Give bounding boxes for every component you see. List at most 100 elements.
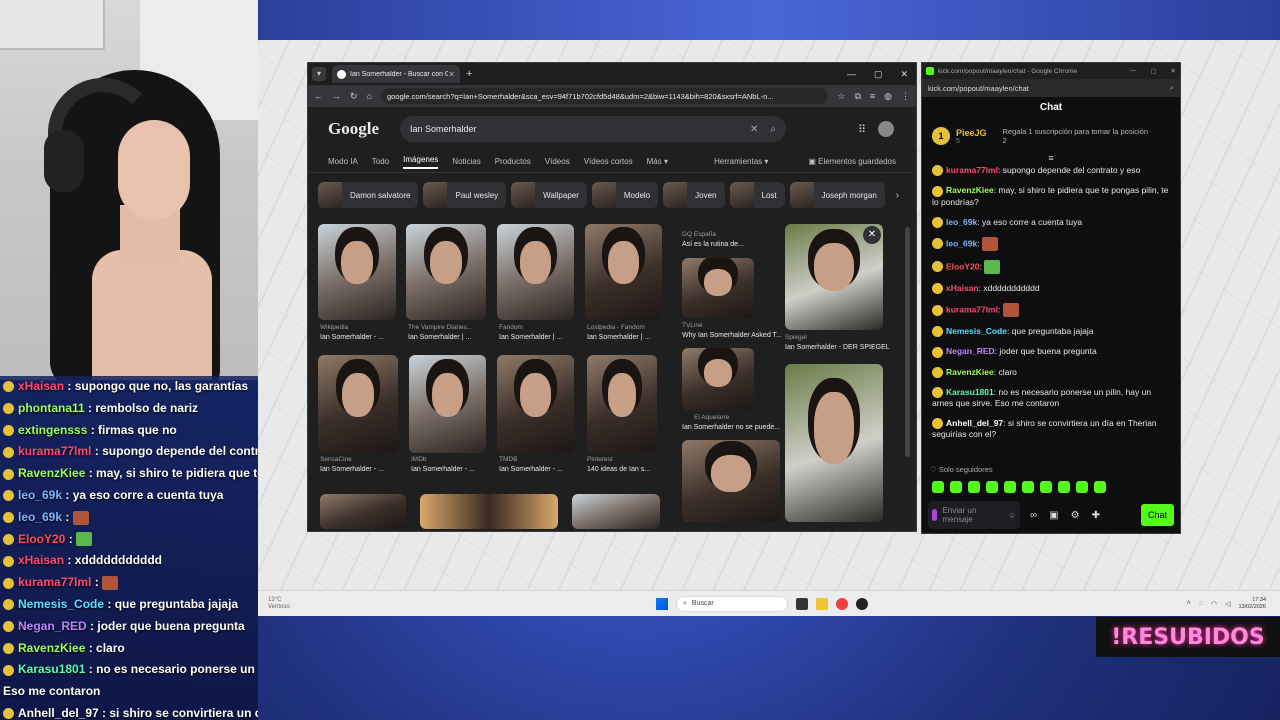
image-result[interactable] [682, 440, 780, 522]
link-icon[interactable]: ∞ [1030, 510, 1037, 521]
result-title[interactable]: Ian Somerhalder - ... [320, 466, 384, 473]
search-box[interactable]: Ian Somerhalder ✕ ⌕ [400, 116, 786, 142]
chat-username[interactable]: Karasu1801 [946, 387, 994, 397]
image-result[interactable] [497, 224, 574, 320]
chat-username[interactable]: ElooY20 [946, 261, 980, 271]
chip[interactable]: Modelo [591, 182, 659, 208]
result-title[interactable]: Why Ian Somerhalder Asked T... [682, 332, 782, 339]
volume-icon[interactable]: ◁ [1225, 600, 1230, 608]
image-result[interactable] [785, 364, 883, 522]
clear-icon[interactable]: ✕ [750, 124, 758, 135]
tab-videos-cortos[interactable]: Vídeos cortos [584, 157, 633, 166]
url-field[interactable]: google.com/search?q=Ian+Somerhalder&sca_… [380, 88, 829, 104]
bookmark-star-icon[interactable]: ☆ [837, 91, 845, 102]
chip[interactable]: Lost [729, 182, 785, 208]
chat-message[interactable]: ElooY20: [932, 259, 1170, 274]
image-result[interactable] [318, 224, 396, 320]
chat-message[interactable]: leo_69k: ya eso corre a cuenta tuya [932, 217, 1170, 228]
tools-button[interactable]: Herramientas ▾ [714, 157, 768, 166]
image-result[interactable] [318, 355, 398, 453]
forward-icon[interactable]: → [332, 91, 341, 101]
image-result[interactable] [682, 348, 754, 410]
chat-message[interactable]: RavenzKiee: may, si shiro te pidiera que… [932, 185, 1170, 207]
browser-tab[interactable]: Ian Somerhalder - Buscar con G ✕ [332, 65, 460, 83]
chat-message[interactable]: Anhell_del_97: si shiro se convirtiera u… [932, 418, 1170, 440]
result-title[interactable]: Ian Somerhalder - ... [411, 466, 475, 473]
chip[interactable]: Joven [663, 182, 725, 208]
chat-message[interactable]: kurama77lml: supongo depende del contrat… [932, 165, 1170, 177]
image-result[interactable] [585, 224, 662, 320]
send-chat-button[interactable]: Chat [1140, 504, 1174, 526]
emote-button[interactable] [986, 481, 998, 493]
chat-message[interactable]: kurama77lml: [932, 303, 1170, 317]
close-preview-icon[interactable]: ✕ [863, 226, 881, 244]
chat-username[interactable]: Nemesis_Code [946, 326, 1007, 336]
taskbar-search[interactable]: ⌕ Buscar [676, 595, 788, 612]
chrome-window-google[interactable]: ▾ Ian Somerhalder - Buscar con G ✕ + — ▢… [307, 62, 917, 532]
tab-search-button[interactable]: ▾ [312, 67, 326, 81]
chrome-icon[interactable] [836, 597, 848, 610]
chat-username[interactable]: Negan_RED [946, 346, 995, 356]
search-icon[interactable]: ⌕ [770, 124, 776, 135]
chat-input[interactable]: Enviar un mensaje ☺ [928, 501, 1020, 529]
emote-button[interactable] [968, 481, 980, 493]
result-title[interactable]: Así es la rutina de... [682, 241, 744, 248]
tab-imagenes[interactable]: Imágenes [403, 155, 439, 169]
google-logo[interactable]: Google [328, 119, 400, 139]
tab-todo[interactable]: Todo [372, 157, 389, 166]
file-explorer-icon[interactable] [816, 597, 828, 610]
image-result[interactable] [320, 494, 406, 529]
chat-username[interactable]: Anhell_del_97 [946, 418, 1003, 428]
emote-button[interactable] [1076, 481, 1088, 493]
chip[interactable]: Joseph morgan [789, 182, 885, 208]
image-result[interactable] [587, 355, 657, 453]
mic-icon[interactable] [932, 509, 938, 521]
close-tab-icon[interactable]: ✕ [448, 70, 455, 79]
result-title[interactable]: Ian Somerhalder | ... [587, 334, 650, 341]
clock[interactable]: 17:34 13/02/2026 [1238, 597, 1266, 611]
tab-productos[interactable]: Productos [495, 157, 531, 166]
chat-username[interactable]: leo_69k [946, 217, 977, 227]
result-title[interactable]: Ian Somerhalder - DER SPIEGEL [785, 344, 890, 351]
emoji-icon[interactable]: ☺ [1008, 511, 1016, 520]
tab-noticias[interactable]: Noticias [452, 157, 480, 166]
menu-icon[interactable]: ⋮ [901, 91, 910, 102]
chevron-down-icon[interactable]: ≡ [922, 153, 1180, 165]
back-icon[interactable]: ← [314, 91, 323, 101]
chat-message[interactable]: Karasu1801: no es necesario ponerse un p… [932, 387, 1170, 409]
chevron-up-icon[interactable]: ˄ [1187, 600, 1191, 607]
result-title[interactable]: 140 ideas de Ian s... [587, 466, 650, 473]
extensions-icon[interactable]: ⧉ [854, 91, 860, 102]
pinned-gift-banner[interactable]: 1 PieeJG 5 Regala 1 suscripción para tom… [922, 119, 1180, 153]
emote-button[interactable] [1040, 481, 1052, 493]
weather-widget[interactable]: 13°C Ventoso [268, 597, 290, 611]
close-icon[interactable]: ✕ [1171, 67, 1176, 75]
profile-icon[interactable]: ◍ [884, 91, 892, 102]
result-title[interactable]: Ian Somerhalder - ... [320, 334, 384, 341]
emote-button[interactable] [1058, 481, 1070, 493]
saved-items-button[interactable]: ▣ Elementos guardados [808, 157, 896, 166]
puzzle-icon[interactable]: ✚ [1092, 510, 1100, 521]
chat-message[interactable]: Nemesis_Code: que preguntaba jajaja [932, 326, 1170, 338]
chat-message[interactable]: xHaisan: xddddddddddd [932, 283, 1170, 294]
image-result[interactable] [409, 355, 486, 453]
chat-username[interactable]: leo_69k [946, 238, 977, 248]
tab-mas[interactable]: Más ▾ [647, 157, 668, 166]
minimize-icon[interactable]: — [1130, 67, 1137, 75]
result-title[interactable]: Ian Somerhalder | ... [499, 334, 562, 341]
scrollbar[interactable] [905, 227, 910, 457]
wifi-icon[interactable]: ◠ [1211, 600, 1217, 608]
emote-button[interactable] [1022, 481, 1034, 493]
zoom-icon[interactable]: ⌕ [1170, 83, 1174, 93]
kick-chat-window[interactable]: kick.com/popout/maaylen/chat - Google Ch… [921, 62, 1181, 534]
result-title[interactable]: Ian Somerhalder no se puede... [682, 424, 780, 431]
settings-icon[interactable]: ⚙ [1071, 510, 1080, 521]
image-result[interactable] [406, 224, 486, 320]
emote-button[interactable] [950, 481, 962, 493]
result-title[interactable]: Ian Somerhalder | ... [408, 334, 471, 341]
chat-username[interactable]: RavenzKiee [946, 185, 994, 195]
chat-message[interactable]: leo_69k: [932, 236, 1170, 251]
tab-videos[interactable]: Vídeos [545, 157, 570, 166]
chevron-right-icon[interactable]: › [896, 190, 899, 201]
chip[interactable]: Damon salvatore [318, 182, 419, 208]
